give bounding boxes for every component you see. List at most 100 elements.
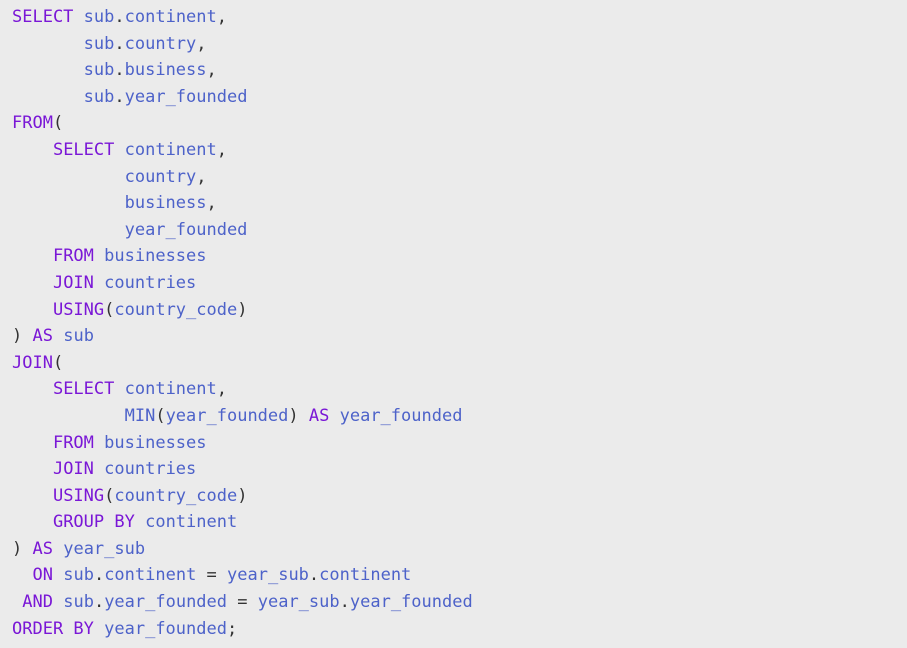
sql-keyword: AND [22, 592, 53, 613]
code-line: ) AS year_sub [12, 536, 907, 563]
sql-punctuation [12, 486, 53, 506]
sql-identifier: country [124, 166, 197, 187]
code-line: ON sub.continent = year_sub.continent [12, 562, 907, 589]
sql-punctuation [94, 246, 104, 266]
sql-punctuation: , [216, 7, 228, 27]
sql-keyword: GROUP BY [52, 512, 135, 533]
sql-identifier: continent [145, 512, 238, 533]
sql-punctuation [94, 619, 104, 639]
sql-punctuation [12, 87, 84, 107]
sql-punctuation [12, 220, 125, 240]
sql-punctuation [12, 512, 53, 532]
code-line: AND sub.year_founded = year_sub.year_fou… [12, 589, 907, 616]
sql-identifier: year_founded [124, 219, 248, 240]
sql-identifier: business [124, 60, 207, 81]
sql-punctuation: ) [12, 538, 33, 559]
sql-identifier: country_code [114, 299, 238, 320]
sql-keyword: FROM [12, 113, 53, 134]
sql-punctuation [12, 379, 53, 399]
sql-identifier: year_founded [349, 592, 473, 613]
sql-punctuation [329, 406, 339, 426]
sql-punctuation [12, 459, 53, 479]
sql-identifier: sub [83, 33, 115, 54]
sql-punctuation: , [216, 379, 227, 400]
sql-punctuation: . [339, 592, 350, 613]
sql-identifier: year_sub [227, 565, 309, 586]
sql-punctuation [73, 7, 83, 27]
sql-punctuation [94, 459, 104, 479]
sql-identifier: year_founded [165, 405, 289, 426]
sql-punctuation: ( [52, 113, 64, 134]
sql-keyword: ON [32, 565, 53, 586]
sql-identifier: MIN [124, 405, 156, 426]
sql-punctuation: ; [226, 618, 238, 639]
sql-identifier: year_founded [124, 86, 248, 107]
sql-keyword: AS [32, 538, 53, 559]
sql-identifier: country [124, 33, 197, 54]
sql-punctuation [12, 565, 32, 585]
sql-identifier: year_sub [257, 592, 340, 613]
code-line: country, [12, 164, 907, 191]
code-line: business, [12, 190, 907, 217]
sql-punctuation [12, 167, 125, 187]
sql-keyword: JOIN [52, 459, 94, 480]
sql-punctuation [53, 592, 63, 612]
sql-punctuation [12, 273, 53, 293]
code-line: JOIN countries [12, 456, 907, 483]
code-line: SELECT continent, [12, 137, 907, 164]
sql-punctuation: = [196, 565, 228, 586]
sql-punctuation [12, 193, 125, 213]
sql-identifier: sub [63, 326, 94, 347]
sql-punctuation: ) [12, 326, 33, 347]
sql-identifier: year_founded [104, 592, 228, 613]
sql-punctuation [12, 300, 53, 320]
sql-punctuation: . [93, 565, 105, 586]
sql-identifier: continent [319, 565, 412, 586]
sql-identifier: continent [124, 379, 217, 400]
sql-punctuation [12, 433, 53, 453]
sql-punctuation [114, 379, 124, 399]
sql-identifier: year_sub [63, 538, 146, 559]
sql-identifier: country_code [114, 485, 238, 506]
sql-keyword: USING [52, 299, 105, 320]
code-line: JOIN( [12, 350, 907, 377]
sql-punctuation [12, 406, 125, 426]
sql-punctuation: . [114, 60, 125, 81]
sql-punctuation: ( [104, 299, 115, 320]
sql-keyword: SELECT [52, 139, 115, 160]
sql-identifier: sub [83, 60, 115, 81]
code-line: USING(country_code) [12, 483, 907, 510]
code-line: SELECT sub.continent, [12, 4, 907, 31]
code-line: FROM( [12, 110, 907, 137]
sql-identifier: business [124, 193, 207, 214]
sql-keyword: JOIN [12, 352, 53, 373]
sql-punctuation: , [206, 193, 217, 214]
sql-identifier: sub [83, 7, 115, 27]
code-line: MIN(year_founded) AS year_founded [12, 403, 907, 430]
sql-punctuation: ( [104, 485, 115, 506]
sql-identifier: continent [124, 139, 217, 160]
sql-punctuation: . [114, 33, 125, 54]
sql-code[interactable]: SELECT sub.continent, sub.country, sub.b… [12, 4, 907, 642]
sql-identifier: sub [63, 592, 94, 613]
sql-punctuation [12, 592, 22, 612]
sql-punctuation [114, 140, 124, 160]
sql-keyword: FROM [52, 432, 94, 453]
sql-identifier: continent [124, 7, 217, 27]
code-line: SELECT continent, [12, 376, 907, 403]
sql-identifier: continent [104, 565, 197, 586]
sql-punctuation [53, 539, 63, 559]
sql-identifier: countries [104, 459, 197, 480]
sql-keyword: AS [308, 405, 330, 426]
sql-punctuation [12, 246, 53, 266]
code-line: sub.year_founded [12, 84, 907, 111]
sql-punctuation: . [308, 565, 320, 586]
code-line: JOIN countries [12, 270, 907, 297]
sql-punctuation: ( [155, 405, 166, 426]
sql-keyword: AS [32, 326, 53, 347]
code-line: sub.country, [12, 31, 907, 58]
sql-punctuation: . [114, 7, 125, 27]
sql-identifier: countries [104, 272, 197, 293]
sql-punctuation [53, 326, 63, 346]
sql-punctuation: . [114, 86, 125, 107]
